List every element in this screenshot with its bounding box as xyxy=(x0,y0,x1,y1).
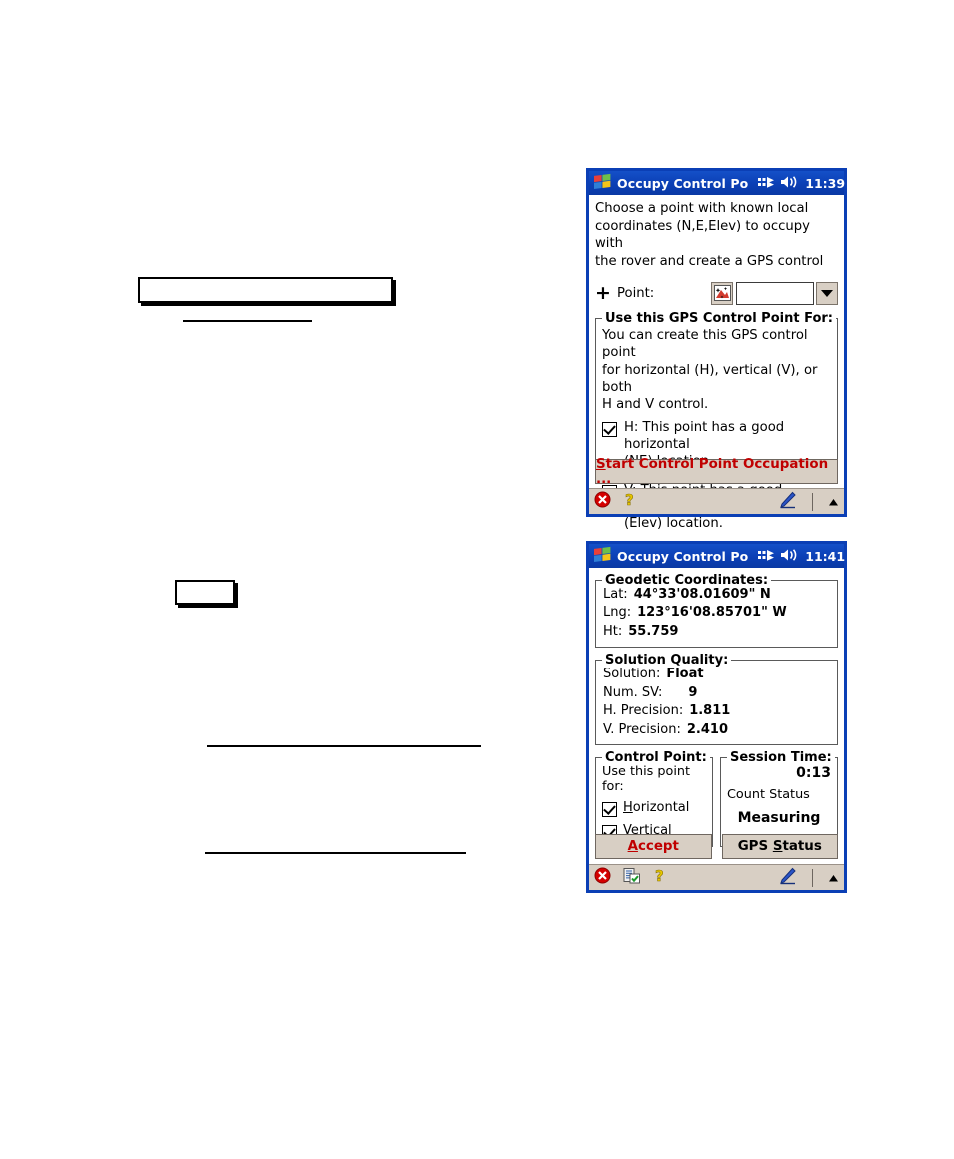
vprecision-key: V. Precision: xyxy=(603,721,681,737)
group-label-control-point: Control Point: xyxy=(602,750,710,766)
accept-button[interactable]: Accept xyxy=(595,834,712,859)
button-row: Accept GPS Status xyxy=(595,834,838,859)
document-empty-box-top xyxy=(138,277,393,303)
windows-flag-icon[interactable] xyxy=(593,546,612,567)
solution-quality-group: Solution Quality: Solution: Float Num. S… xyxy=(595,653,838,746)
document-rule-upper xyxy=(207,745,481,747)
window1-statusbar: ? xyxy=(589,488,844,514)
stylus-pen-icon[interactable] xyxy=(778,867,797,889)
question-mark-help-icon[interactable]: ? xyxy=(623,491,638,512)
map-point-picker-icon[interactable] xyxy=(711,281,733,305)
lng-value: 123°16'08.85701" W xyxy=(637,605,787,621)
hprecision-key: H. Precision: xyxy=(603,703,684,719)
clock-time[interactable]: 11:41 xyxy=(805,549,845,564)
group-label-session-time: Session Time: xyxy=(727,750,835,766)
pda-window-occupy-control-point-setup: Occupy Control Po 11:39 Choose a point w… xyxy=(586,168,847,531)
lat-value: 44°33'08.01609" N xyxy=(633,587,771,602)
solution-row-hprecision: H. Precision: 1.811 xyxy=(603,702,830,720)
speaker-icon[interactable] xyxy=(780,547,798,566)
accesskey-letter: A xyxy=(627,839,638,854)
statusbar-divider xyxy=(812,868,813,887)
start-occupation-button-label: tart Control Point Occupation ... xyxy=(596,456,829,487)
checkbox-horizontal-rest: orizontal xyxy=(632,800,690,816)
close-red-circle-icon[interactable] xyxy=(594,491,611,512)
chevron-down-icon[interactable] xyxy=(816,281,838,305)
hprecision-value: 1.811 xyxy=(689,703,731,719)
group-label-use-for: Use this GPS Control Point For: xyxy=(602,311,836,327)
window-title: Occupy Control Po xyxy=(617,175,749,191)
accesskey-letter: S xyxy=(596,456,606,472)
window2-client-area: Geodetic Coordinates: Lat: 44°33'08.0160… xyxy=(589,568,844,890)
accept-button-label: ccept xyxy=(637,839,679,854)
close-red-circle-icon[interactable] xyxy=(594,867,611,888)
task-list-check-icon[interactable] xyxy=(623,867,641,888)
point-label: Point: xyxy=(617,285,655,301)
question-mark-help-icon[interactable]: ? xyxy=(653,867,668,888)
action-bar: Start Control Point Occupation ... xyxy=(595,456,838,487)
intro-instructions: Choose a point with known local coordina… xyxy=(595,201,824,269)
point-row: + Point: xyxy=(595,281,838,305)
gps-status-prefix: GPS xyxy=(737,839,773,854)
window-title: Occupy Control Po xyxy=(617,548,749,564)
geodetic-coordinates-group: Geodetic Coordinates: Lat: 44°33'08.0160… xyxy=(595,573,838,649)
ht-key: Ht: xyxy=(603,623,623,639)
stylus-pen-icon[interactable] xyxy=(778,491,797,513)
svg-text:?: ? xyxy=(625,491,634,508)
window1-client-area: Choose a point with known local coordina… xyxy=(589,195,844,531)
solution-row-vprecision: V. Precision: 2.410 xyxy=(603,721,830,739)
count-status-label: Count Status xyxy=(727,787,810,803)
gps-status-button-label: tatus xyxy=(782,839,822,854)
group-description: You can create this GPS control point fo… xyxy=(602,328,818,412)
lat-key: Lat: xyxy=(603,587,628,602)
geodetic-row-ht: Ht: 55.759 xyxy=(603,623,830,641)
document-rule-lower xyxy=(205,852,466,854)
caret-up-icon[interactable] xyxy=(828,492,839,511)
checkbox-row-horizontal[interactable]: Horizontal xyxy=(602,800,706,818)
svg-text:?: ? xyxy=(655,867,664,884)
ht-value: 55.759 xyxy=(628,623,679,639)
window2-statusbar: ? xyxy=(589,864,844,890)
document-empty-box-middle xyxy=(175,580,235,605)
caret-up-icon[interactable] xyxy=(828,868,839,887)
lng-key: Lng: xyxy=(603,605,632,621)
group-label-geodetic: Geodetic Coordinates: xyxy=(602,573,772,588)
connectivity-icon[interactable] xyxy=(758,547,775,566)
vprecision-value: 2.410 xyxy=(686,721,728,737)
geodetic-row-lng: Lng: 123°16'08.85701" W xyxy=(603,604,830,622)
group-label-solution-quality: Solution Quality: xyxy=(602,653,732,669)
statusbar-divider xyxy=(812,492,813,511)
connectivity-icon[interactable] xyxy=(758,174,775,193)
caret-down-shape xyxy=(821,289,834,297)
gps-control-point-group: Use this GPS Control Point For: You can … xyxy=(595,311,838,531)
checkbox-horizontal-label: Horizontal xyxy=(623,800,689,817)
geodetic-row-lat: Lat: 44°33'08.01609" N xyxy=(603,586,830,604)
checkbox-horizontal[interactable] xyxy=(602,802,617,818)
control-point-caption: Use this point for: xyxy=(602,764,691,795)
numsv-key: Num. SV: xyxy=(603,684,663,700)
measurement-status: Measuring xyxy=(737,810,821,827)
point-name-input[interactable] xyxy=(735,281,815,305)
numsv-value: 9 xyxy=(688,684,698,700)
start-control-point-occupation-button[interactable]: Start Control Point Occupation ... xyxy=(595,456,838,487)
gps-status-button[interactable]: GPS Status xyxy=(721,834,838,859)
checkbox-horizontal[interactable] xyxy=(602,421,617,437)
document-rule-under-top-box xyxy=(183,320,312,322)
session-elapsed-time: 0:13 xyxy=(796,765,831,782)
action-bar: Accept GPS Status xyxy=(595,834,838,859)
speaker-icon[interactable] xyxy=(780,174,798,193)
windows-flag-icon[interactable] xyxy=(593,173,612,194)
titlebar: Occupy Control Po 11:41 xyxy=(589,544,845,568)
plus-icon[interactable]: + xyxy=(595,283,611,303)
clock-time[interactable]: 11:39 xyxy=(805,176,845,191)
accesskey-letter: H xyxy=(623,800,633,816)
titlebar: Occupy Control Po 11:39 xyxy=(589,171,845,195)
solution-row-numsv: Num. SV: 9 xyxy=(603,684,830,702)
pda-window-occupy-control-point-measuring: Occupy Control Po 11:41 Geodetic Coordin… xyxy=(586,541,847,893)
